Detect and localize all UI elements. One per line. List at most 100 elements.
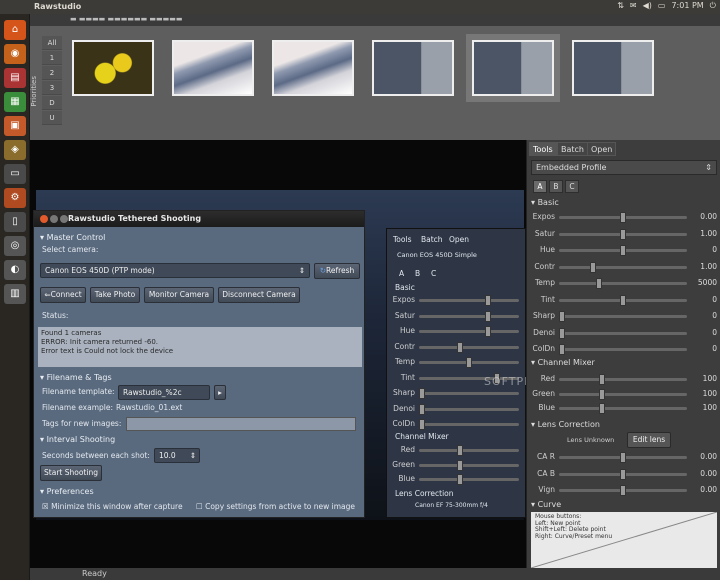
slider-handle[interactable] <box>466 357 472 368</box>
slider-handle[interactable] <box>457 445 463 456</box>
slider-track[interactable] <box>419 445 519 456</box>
snapshot-c-button[interactable]: C <box>565 180 579 193</box>
slider-handle[interactable] <box>620 452 626 463</box>
slider-handle[interactable] <box>620 245 626 256</box>
interval-shooting-heading[interactable]: ▾ Interval Shooting <box>40 435 115 444</box>
tags-input[interactable] <box>126 417 356 431</box>
slider-track[interactable] <box>419 474 519 485</box>
slider-track[interactable] <box>559 228 687 240</box>
slider-handle[interactable] <box>599 374 605 385</box>
seconds-spinner[interactable]: 10.0 ⇕ <box>154 448 200 463</box>
battery-icon[interactable]: ▭ <box>658 1 666 11</box>
slider-track[interactable] <box>559 278 687 289</box>
slider-track[interactable] <box>559 374 687 385</box>
slider-handle[interactable] <box>419 403 425 415</box>
priority-d[interactable]: D <box>42 96 62 110</box>
disk-icon[interactable]: ◎ <box>4 236 26 256</box>
slider-handle[interactable] <box>620 468 626 480</box>
priority-3[interactable]: 3 <box>42 81 62 95</box>
priority-all[interactable]: All <box>42 36 62 50</box>
edit-lens-button[interactable]: Edit lens <box>627 432 671 448</box>
mail-icon[interactable]: ✉ <box>630 1 637 11</box>
template-menu-button[interactable]: ▸ <box>214 385 226 400</box>
snapshot-b-button[interactable]: B <box>549 180 563 193</box>
preferences-heading[interactable]: ▾ Preferences <box>40 487 94 496</box>
disconnect-camera-button[interactable]: Disconnect Camera <box>218 287 300 303</box>
camera-icon[interactable]: ◐ <box>4 260 26 280</box>
filename-tags-heading[interactable]: ▾ Filename & Tags <box>40 373 112 382</box>
power-icon[interactable]: ⏻ <box>710 1 716 11</box>
tab-batch[interactable]: Batch <box>557 142 588 156</box>
slider-handle[interactable] <box>457 341 463 353</box>
slider-track[interactable] <box>419 295 519 306</box>
minimize-icon[interactable] <box>50 215 58 223</box>
status-log[interactable]: Found 1 cameras ERROR: Init camera retur… <box>38 327 362 367</box>
thumbnail-6[interactable] <box>572 40 654 96</box>
terminal-icon[interactable]: ▯ <box>4 212 26 232</box>
slider-track[interactable] <box>559 212 687 223</box>
slider-track[interactable] <box>419 419 519 430</box>
slider-track[interactable] <box>559 311 687 322</box>
slider-handle[interactable] <box>620 228 626 240</box>
slider-track[interactable] <box>559 261 687 273</box>
refresh-button[interactable]: ↻Refresh <box>314 263 360 279</box>
thumbnail-4[interactable] <box>372 40 454 96</box>
slider-track[interactable] <box>559 327 687 339</box>
slider-handle[interactable] <box>419 388 425 399</box>
priority-u[interactable]: U <box>42 111 62 125</box>
slider-track[interactable] <box>559 344 687 355</box>
slider-track[interactable] <box>559 403 687 414</box>
slider-track[interactable] <box>419 357 519 368</box>
maximize-icon[interactable] <box>60 215 68 223</box>
slider-track[interactable] <box>559 452 687 463</box>
tab-tools[interactable]: Tools <box>529 142 557 156</box>
slider-track[interactable] <box>559 245 687 256</box>
slider-handle[interactable] <box>620 485 626 496</box>
slider-handle[interactable] <box>590 261 596 273</box>
slider-track[interactable] <box>419 326 519 337</box>
close-icon[interactable] <box>40 215 48 223</box>
network-icon[interactable]: ⇅ <box>617 1 624 11</box>
snapshot-a-button[interactable]: A <box>533 180 547 193</box>
master-control-heading[interactable]: ▾ Master Control <box>40 233 105 242</box>
path-crumb[interactable]: ▬ ▬▬▬▬ ▬▬▬▬▬▬ ▬▬▬▬▬ <box>70 15 183 23</box>
curve-heading[interactable]: ▾ Curve <box>531 500 561 509</box>
minimize-checkbox[interactable]: ☒ Minimize this window after capture <box>42 502 183 511</box>
slider-track[interactable] <box>419 388 519 399</box>
slider-handle[interactable] <box>485 295 491 306</box>
copy-settings-checkbox[interactable]: ☐ Copy settings from active to new image <box>196 502 355 511</box>
slider-track[interactable] <box>419 403 519 415</box>
slider-handle[interactable] <box>559 344 565 355</box>
slider-handle[interactable] <box>559 311 565 322</box>
profile-select[interactable]: Embedded Profile ⇕ <box>531 160 717 175</box>
browser-icon[interactable]: ◉ <box>4 44 26 64</box>
home-icon[interactable]: ⌂ <box>4 20 26 40</box>
slider-track[interactable] <box>559 468 687 480</box>
channel-mixer-heading[interactable]: ▾ Channel Mixer <box>531 358 595 367</box>
connect-button[interactable]: ⇐Connect <box>40 287 86 303</box>
slider-handle[interactable] <box>457 474 463 485</box>
slider-handle[interactable] <box>599 388 605 400</box>
monitor-camera-button[interactable]: Monitor Camera <box>144 287 214 303</box>
camera-select[interactable]: Canon EOS 450D (PTP mode) ⇕ <box>40 263 310 278</box>
settings-icon[interactable]: ⚙ <box>4 188 26 208</box>
clock[interactable]: 7:01 PM <box>671 1 703 11</box>
slider-track[interactable] <box>559 294 687 306</box>
slider-track[interactable] <box>419 310 519 322</box>
priority-2[interactable]: 2 <box>42 66 62 80</box>
curve-editor[interactable]: Mouse buttons: Left: New point Shift+Lef… <box>531 512 717 568</box>
slider-handle[interactable] <box>620 294 626 306</box>
tab-open[interactable]: Open <box>587 142 617 156</box>
slider-handle[interactable] <box>419 419 425 430</box>
basic-heading[interactable]: ▾ Basic <box>531 198 559 207</box>
office-icon[interactable]: ▤ <box>4 68 26 88</box>
spreadsheet-icon[interactable]: ▦ <box>4 92 26 112</box>
thumbnail-3[interactable] <box>272 40 354 96</box>
slider-handle[interactable] <box>620 212 626 223</box>
slider-handle[interactable] <box>596 278 602 289</box>
files-icon[interactable]: ▭ <box>4 164 26 184</box>
slider-track[interactable] <box>559 485 687 496</box>
slider-track[interactable] <box>559 388 687 400</box>
slider-handle[interactable] <box>559 327 565 339</box>
thumbnail-2[interactable] <box>172 40 254 96</box>
